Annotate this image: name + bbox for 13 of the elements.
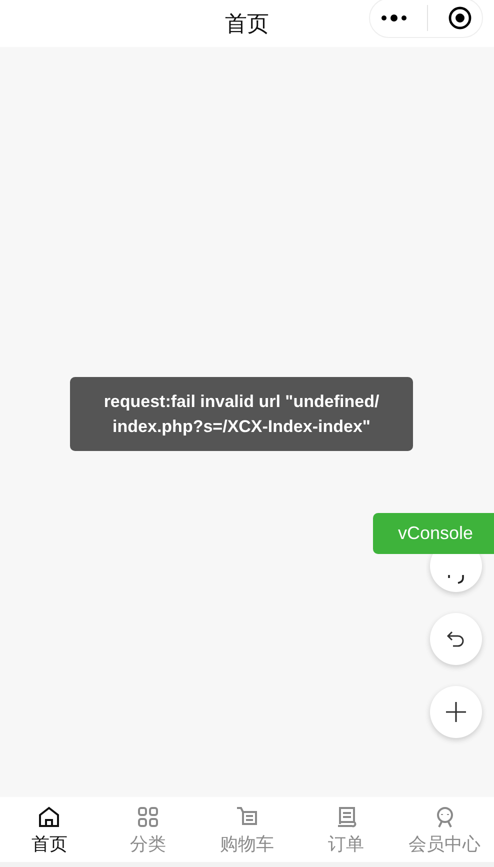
tab-item[interactable]: 分类 [98,797,198,862]
vconsole-button[interactable]: vConsole [373,513,494,554]
back-button[interactable] [430,613,482,665]
tab-item[interactable]: 购物车 [198,797,296,862]
plus-icon [444,700,468,724]
tab-item[interactable]: 首页 [0,797,99,862]
tab-item[interactable]: 订单 [296,797,396,862]
add-button[interactable] [430,686,482,738]
close-icon[interactable] [448,6,472,30]
tab-item[interactable]: 会员中心 [395,797,494,862]
more-icon[interactable] [380,13,408,23]
error-toast: request:fail invalid url "undefined/ index.php?s=/XCX-Index-index" [70,377,413,451]
page-title: 首页 [225,10,269,38]
